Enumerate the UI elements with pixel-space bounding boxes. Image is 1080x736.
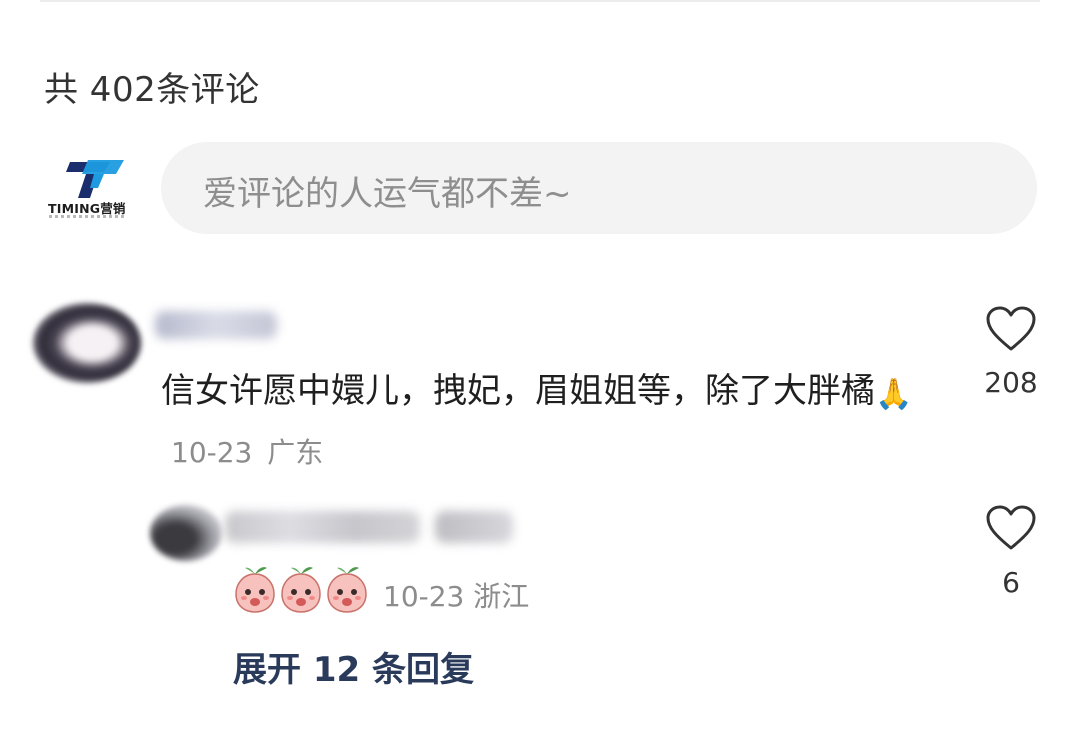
- reply-date: 10-23: [383, 580, 465, 613]
- reply-location: 浙江: [473, 580, 530, 613]
- comment-input-placeholder: 爱评论的人运气都不差~: [203, 174, 572, 214]
- peach-sticker-icon: [235, 567, 275, 613]
- reply-like-count: 6: [1002, 566, 1020, 599]
- heart-outline-icon[interactable]: [985, 505, 1037, 551]
- timing-logo-icon: [66, 160, 124, 198]
- avatar[interactable]: [33, 303, 141, 383]
- heart-outline-icon[interactable]: [985, 306, 1037, 352]
- comment-date: 10-23: [171, 436, 253, 469]
- comment-location: 广东: [267, 436, 324, 469]
- comment-count: 共 402条评论: [44, 70, 260, 110]
- reply-meta: 10-23 浙江: [383, 575, 529, 615]
- top-divider: [40, 0, 1040, 2]
- expand-replies-link[interactable]: 展开 12 条回复: [233, 642, 474, 691]
- username-blurred[interactable]: [155, 311, 277, 339]
- like-count: 208: [984, 366, 1038, 399]
- logo-tagline: [49, 215, 125, 218]
- comment-body[interactable]: 信女许愿中嬛儿，拽妃，眉姐姐等，除了大胖橘🙏 10-23 广东: [161, 363, 921, 481]
- pray-emoji-icon: 🙏: [875, 377, 913, 412]
- peach-sticker-icon: [327, 567, 367, 613]
- reply-username-blurred[interactable]: [225, 511, 420, 543]
- comment-text: 信女许愿中嬛儿，拽妃，眉姐姐等，除了大胖橘: [161, 371, 875, 411]
- reply-author-tag-blurred: [435, 511, 513, 543]
- peach-sticker-icon: [281, 567, 321, 613]
- reply-avatar[interactable]: [150, 505, 222, 561]
- user-logo[interactable]: TIMING营销: [46, 150, 132, 224]
- comment-input[interactable]: 爱评论的人运气都不差~: [161, 142, 1037, 234]
